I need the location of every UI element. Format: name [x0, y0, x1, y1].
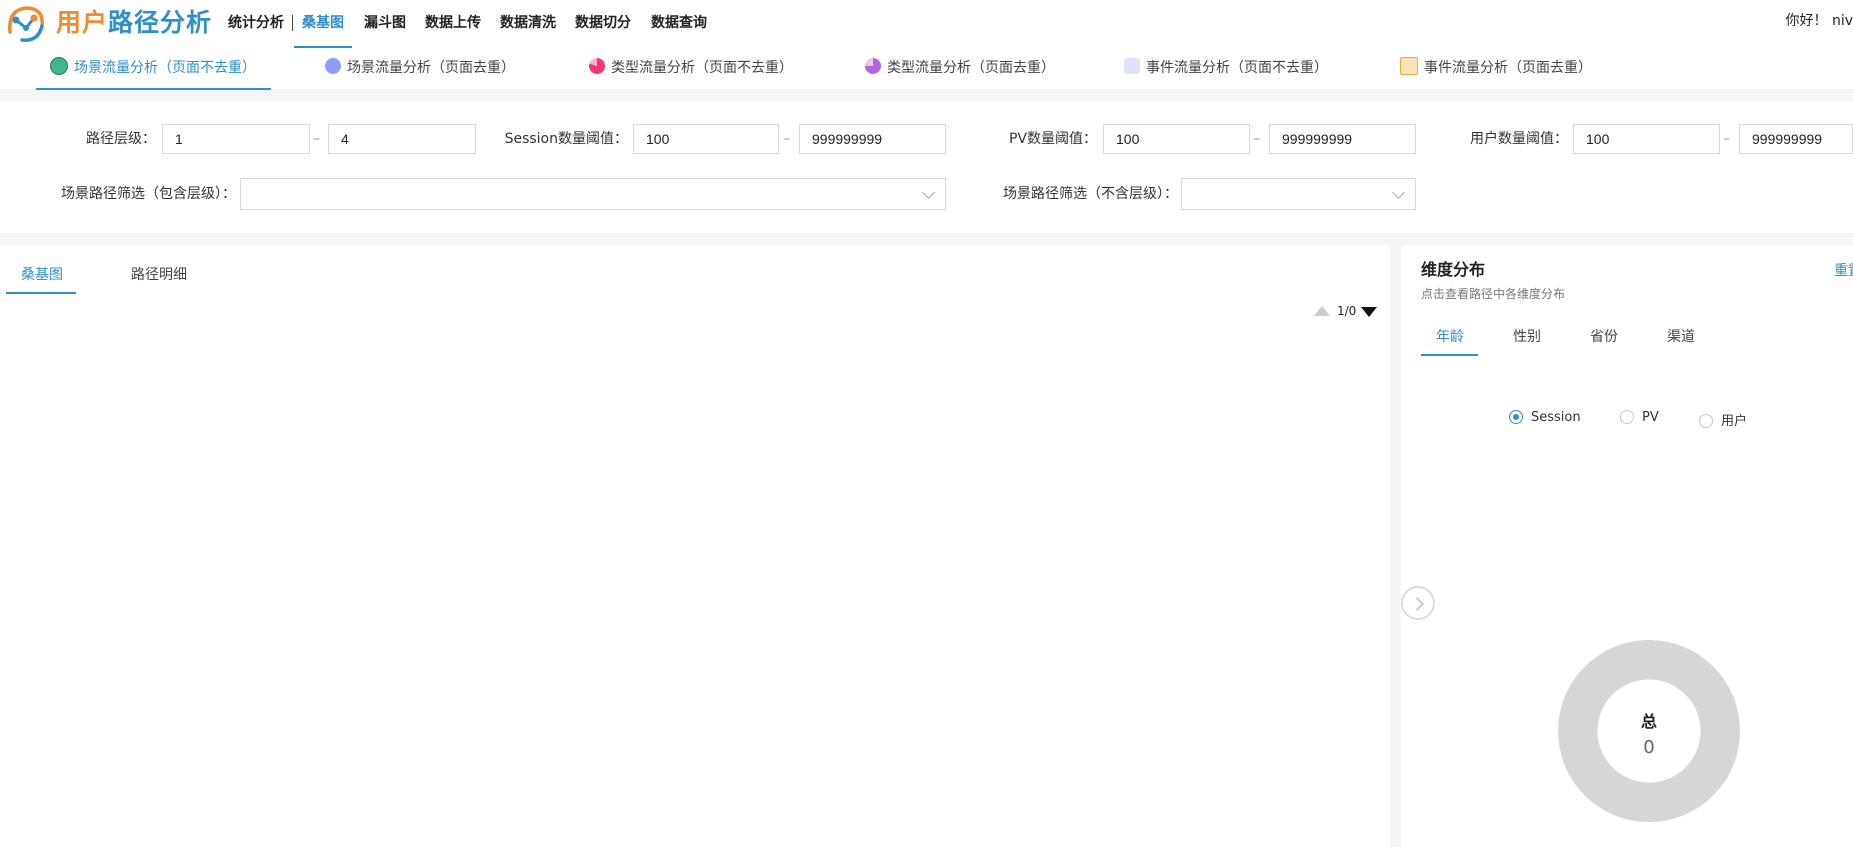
session-max-input[interactable]: [799, 124, 946, 154]
reset-button[interactable]: 重置: [1834, 260, 1853, 280]
radio-label: Session: [1531, 410, 1581, 425]
radio-label: PV: [1642, 410, 1659, 425]
range-dash: –: [313, 131, 320, 147]
dimension-title: 维度分布: [1421, 260, 1486, 279]
donut-total-label: 总: [1640, 712, 1657, 731]
collapse-panel-button[interactable]: [1401, 586, 1435, 620]
nav-data-upload[interactable]: 数据上传: [425, 0, 481, 49]
tab-gender[interactable]: 性别: [1513, 326, 1541, 346]
radio-dot-icon: [1699, 413, 1713, 428]
subtab-event-no-dedup[interactable]: 事件流量分析（页面不去重）: [1124, 49, 1328, 87]
chevron-down-icon: [922, 186, 935, 199]
radio-label: 用户: [1721, 414, 1748, 429]
exclude-level-select[interactable]: [1181, 178, 1416, 210]
page-indicator: 1/0: [1337, 304, 1357, 318]
nav-data-query[interactable]: 数据查询: [651, 0, 707, 49]
path-level-label: 路径层级：: [86, 131, 156, 147]
nav-statistics[interactable]: 统计分析: [228, 0, 284, 49]
radio-dot-icon: [1509, 409, 1523, 424]
subtab-label: 事件流量分析（页面不去重）: [1146, 60, 1328, 76]
subtab-scene-no-dedup[interactable]: 场景流量分析（页面不去重）: [50, 49, 256, 87]
tab-age[interactable]: 年龄: [1436, 326, 1464, 346]
tab-province[interactable]: 省份: [1590, 326, 1618, 346]
exclude-level-filter-label: 场景路径筛选（不含层级）：: [1003, 186, 1178, 202]
include-level-filter-label: 场景路径筛选（包含层级）：: [61, 186, 236, 202]
subtab-type-no-dedup[interactable]: 类型流量分析（页面不去重）: [589, 49, 793, 87]
subtab-scene-dedup[interactable]: 场景流量分析（页面去重）: [325, 49, 515, 87]
nav-data-split[interactable]: 数据切分: [575, 0, 631, 49]
subtab-active-indicator: [36, 88, 271, 90]
subtab-label: 类型流量分析（页面去重）: [887, 60, 1055, 76]
dimension-tab-active-indicator: [1421, 354, 1478, 356]
clipboard-icon: [1400, 57, 1418, 75]
session-threshold-label: Session数量阈值：: [504, 131, 628, 147]
subtab-label: 场景流量分析（页面去重）: [347, 60, 515, 76]
app-logo-title[interactable]: 用户路径分析: [56, 6, 212, 40]
dimension-subtitle: 点击查看路径中各维度分布: [1421, 287, 1566, 301]
scene-chart-icon: [50, 57, 68, 75]
path-level-min-input[interactable]: [162, 124, 310, 154]
subtab-type-dedup[interactable]: 类型流量分析（页面去重）: [865, 49, 1055, 87]
nav-data-cleaning[interactable]: 数据清洗: [500, 0, 556, 49]
subtab-label: 事件流量分析（页面去重）: [1424, 60, 1592, 76]
tab-active-indicator: [6, 292, 76, 294]
tab-channel[interactable]: 渠道: [1667, 326, 1695, 346]
pv-threshold-label: PV数量阈值：: [1008, 131, 1097, 147]
radio-pv[interactable]: PV: [1620, 409, 1659, 425]
sankey-panel: [0, 245, 1390, 847]
logo-icon: [8, 6, 44, 42]
tab-path-detail[interactable]: 路径明细: [131, 265, 187, 293]
chevron-right-icon: [1409, 596, 1425, 612]
logo-title-part2: 路径分析: [108, 8, 213, 37]
page-up-icon[interactable]: [1314, 306, 1330, 316]
page-down-icon[interactable]: [1361, 307, 1377, 317]
include-level-select[interactable]: [240, 178, 946, 210]
logo-title-part1: 用户: [56, 8, 109, 37]
nav-active-indicator: [294, 46, 352, 48]
range-dash: –: [1723, 131, 1730, 147]
nav-funnel[interactable]: 漏斗图: [364, 0, 406, 49]
scene-wave-icon: [325, 58, 341, 74]
user-greeting[interactable]: 你好！ niv: [1786, 0, 1853, 42]
subtab-label: 类型流量分析（页面不去重）: [611, 60, 793, 76]
pv-max-input[interactable]: [1269, 124, 1416, 154]
user-max-input[interactable]: [1739, 124, 1853, 154]
pie-icon: [589, 58, 605, 74]
subtab-label: 场景流量分析（页面不去重）: [74, 60, 256, 76]
range-dash: –: [1253, 131, 1260, 147]
nav-divider: [292, 15, 293, 31]
nav-sankey[interactable]: 桑基图: [302, 0, 344, 49]
subtab-event-dedup[interactable]: 事件流量分析（页面去重）: [1400, 49, 1592, 87]
radio-user[interactable]: 用户: [1699, 410, 1747, 429]
session-min-input[interactable]: [633, 124, 779, 154]
tab-sankey[interactable]: 桑基图: [21, 265, 63, 293]
user-threshold-label: 用户数量阈值：: [1470, 131, 1568, 147]
donut-total-value: 0: [1643, 737, 1655, 758]
pv-min-input[interactable]: [1103, 124, 1250, 154]
pie-purple-icon: [865, 58, 881, 74]
radio-session[interactable]: Session: [1509, 409, 1581, 425]
radio-dot-icon: [1620, 409, 1634, 424]
bar-chart-icon: [1124, 58, 1140, 74]
user-min-input[interactable]: [1573, 124, 1720, 154]
chevron-down-icon: [1392, 186, 1405, 199]
range-dash: –: [783, 131, 790, 147]
filter-panel: [0, 101, 1853, 233]
path-level-max-input[interactable]: [328, 124, 476, 154]
